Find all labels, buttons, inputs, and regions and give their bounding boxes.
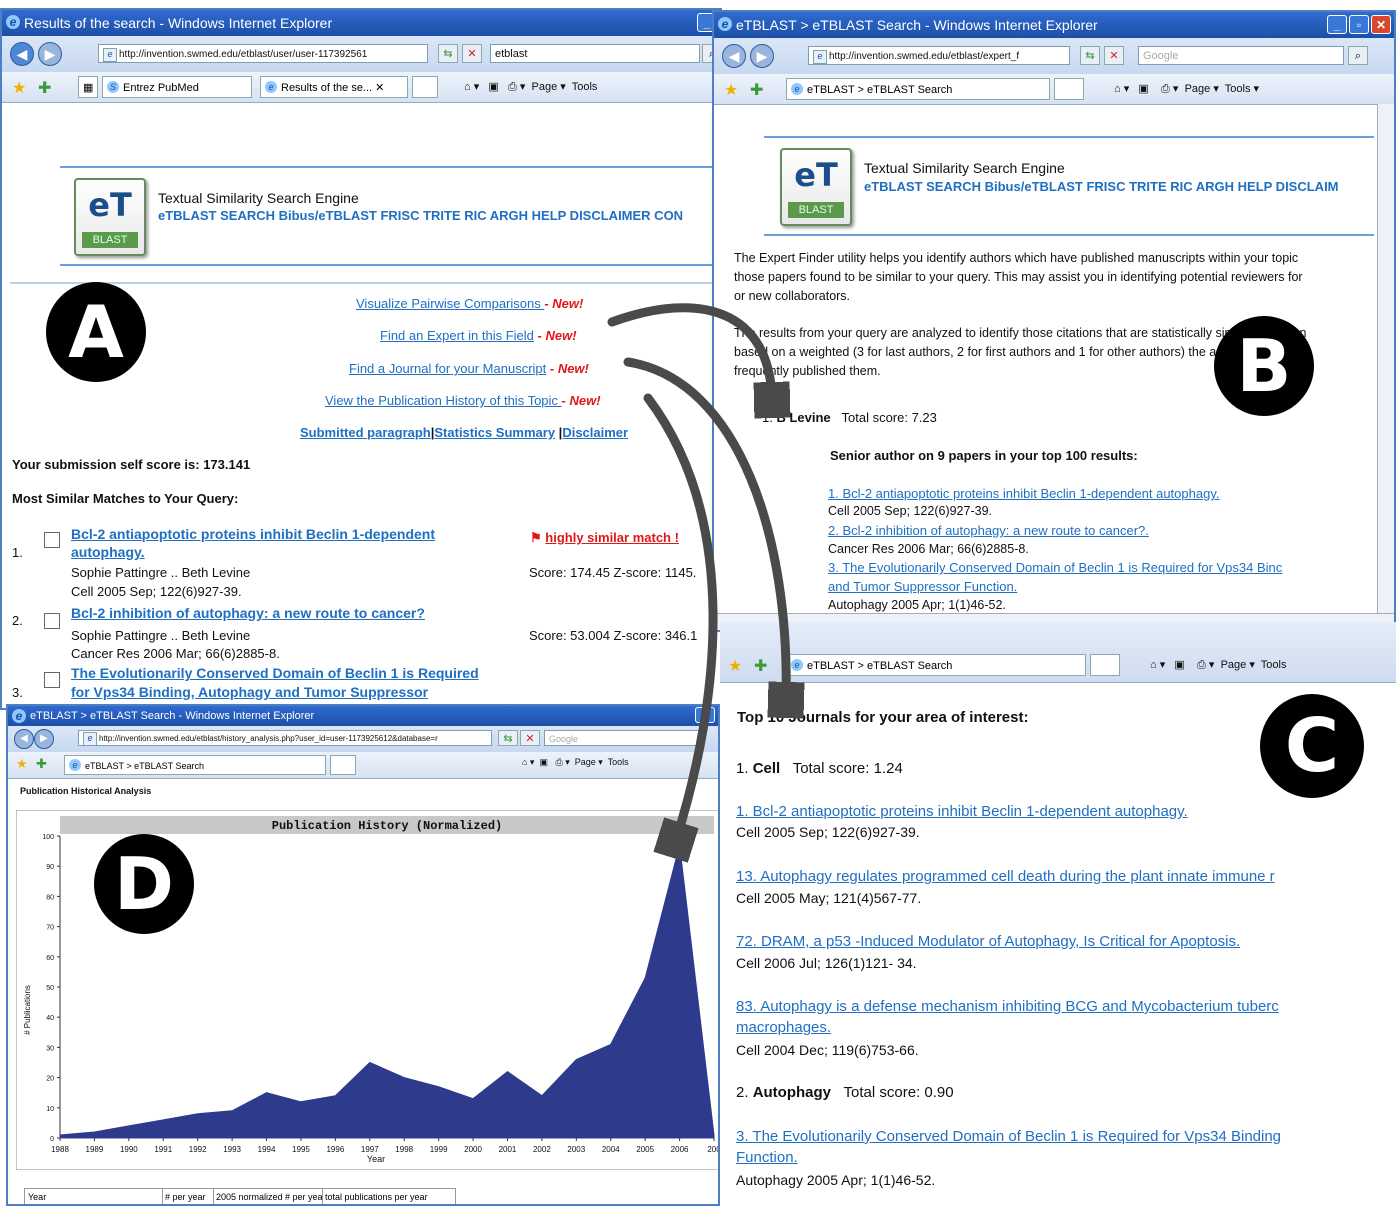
badge-b: B	[1214, 316, 1314, 416]
badge-d: D	[94, 834, 194, 934]
badge-c: C	[1260, 694, 1364, 798]
flow-arrows	[607, 303, 1396, 1206]
badge-a: A	[46, 282, 146, 382]
arrow-to-publication-history	[643, 393, 718, 840]
arrow-to-expert-finder	[607, 303, 772, 400]
